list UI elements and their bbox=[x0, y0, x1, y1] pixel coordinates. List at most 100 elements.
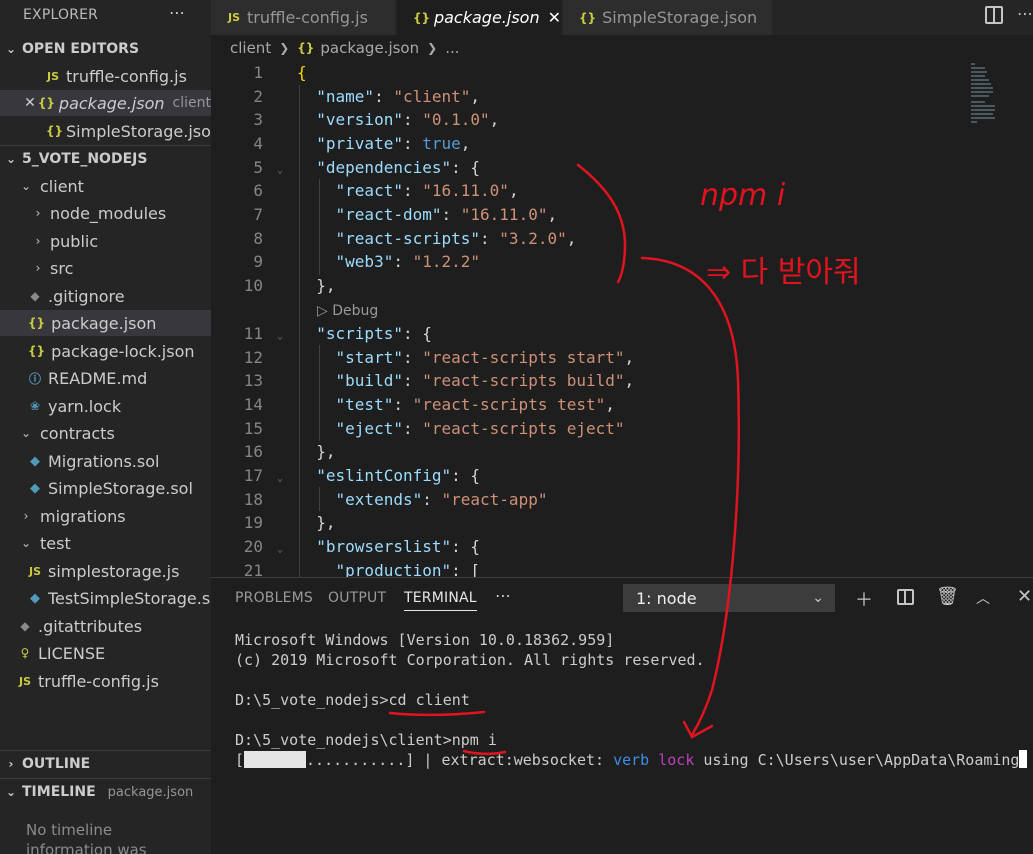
line-number: 17 bbox=[243, 466, 263, 485]
fold-chevron-icon[interactable]: ⌄ bbox=[277, 544, 283, 555]
terminal-prompt: D:\5_vote_nodejs> bbox=[235, 691, 389, 709]
log-level: verb bbox=[613, 751, 650, 769]
tree-folder-public[interactable]: › public bbox=[0, 228, 211, 254]
split-editor-icon[interactable] bbox=[985, 6, 1003, 24]
line-number: 19 bbox=[243, 513, 263, 532]
chevron-down-icon: ⌄ bbox=[5, 42, 17, 56]
code-line: "start": "react-scripts start", bbox=[335, 348, 635, 367]
terminal-panel: PROBLEMS OUTPUT TERMINAL ⋯ 1: node ⌄ ＋ 🗑… bbox=[211, 577, 1033, 854]
git-file-icon: ◆ bbox=[20, 619, 30, 633]
tree-file-simplestorage-js[interactable]: JS simplestorage.js bbox=[0, 558, 211, 584]
tree-file-testsimplestorage-sol[interactable]: ◆ TestSimpleStorage.sol bbox=[0, 585, 211, 611]
tree-label: SimpleStorage.sol bbox=[48, 478, 193, 498]
line-number: 15 bbox=[243, 419, 263, 438]
breadcrumb-file[interactable]: package.json bbox=[320, 39, 419, 57]
terminal-select[interactable]: 1: node ⌄ bbox=[623, 584, 835, 612]
line-number: 20 bbox=[243, 537, 263, 556]
tree-label: README.md bbox=[48, 368, 148, 388]
code-line: "dependencies": { bbox=[316, 158, 481, 177]
trash-icon[interactable]: 🗑 bbox=[936, 586, 959, 607]
tree-label: package.json bbox=[51, 313, 157, 333]
tab-terminal[interactable]: TERMINAL bbox=[404, 590, 477, 611]
tree-file-package-json[interactable]: {} package.json bbox=[0, 310, 211, 336]
project-header[interactable]: ⌄ 5_VOTE_NODEJS bbox=[0, 147, 211, 171]
tree-file-license[interactable]: ♀ LICENSE bbox=[0, 640, 211, 666]
code-line: "browserslist": { bbox=[316, 537, 481, 556]
tree-folder-test[interactable]: ⌄ test bbox=[0, 530, 211, 556]
open-editor-item-truffle-config[interactable]: JS truffle-config.js bbox=[0, 63, 211, 89]
line-number: 10 bbox=[243, 276, 263, 295]
code-editor[interactable]: 1 2 3 4 5 6 7 8 9 10 11 12 13 14 15 16 1… bbox=[211, 61, 1033, 577]
code-line: "production": [ bbox=[335, 561, 481, 577]
terminal-line: (c) 2019 Microsoft Corporation. All righ… bbox=[235, 651, 705, 669]
tree-file-simplestorage-sol[interactable]: ◆ SimpleStorage.sol bbox=[0, 475, 211, 501]
line-number: 13 bbox=[243, 371, 263, 390]
editor-more-icon[interactable]: ⋯ bbox=[1017, 4, 1033, 23]
tree-file-gitignore[interactable]: ◆ .gitignore bbox=[0, 283, 211, 309]
tree-label: truffle-config.js bbox=[38, 671, 159, 691]
tree-label: node_modules bbox=[50, 203, 167, 223]
fold-chevron-icon[interactable]: ⌄ bbox=[277, 165, 283, 176]
tree-label: TestSimpleStorage.sol bbox=[48, 588, 211, 608]
line-number: 2 bbox=[253, 87, 263, 106]
tree-file-migrations-sol[interactable]: ◆ Migrations.sol bbox=[0, 448, 211, 474]
close-icon[interactable]: ✕ bbox=[22, 95, 38, 111]
tree-file-package-lock-json[interactable]: {} package-lock.json bbox=[0, 338, 211, 364]
chevron-right-icon: ❯ bbox=[279, 41, 290, 55]
chevron-right-icon: › bbox=[35, 206, 41, 220]
breadcrumb-folder[interactable]: client bbox=[230, 39, 271, 57]
tree-folder-node-modules[interactable]: › node_modules bbox=[0, 200, 211, 226]
split-terminal-icon[interactable] bbox=[897, 589, 914, 605]
tab-package-json[interactable]: {} package.json ✕ bbox=[397, 0, 562, 35]
code-line: "react-scripts": "3.2.0", bbox=[335, 229, 577, 248]
timeline-header[interactable]: ⌄ TIMELINE package.json bbox=[0, 780, 211, 804]
tree-label: Migrations.sol bbox=[48, 451, 160, 471]
breadcrumb-tail[interactable]: ... bbox=[445, 39, 459, 57]
tab-simplestorage-json[interactable]: {} SimpleStorage.json bbox=[563, 0, 773, 35]
chevron-down-icon: ⌄ bbox=[20, 536, 32, 550]
panel-more-icon[interactable]: ⋯ bbox=[495, 586, 511, 605]
line-number: 4 bbox=[253, 134, 263, 153]
open-editor-item-simplestorage-json[interactable]: {} SimpleStorage.jso... bbox=[0, 118, 211, 144]
tree-file-yarn-lock[interactable]: ❀ yarn.lock bbox=[0, 393, 211, 419]
close-icon[interactable]: ✕ bbox=[548, 8, 561, 27]
open-editor-item-package-json[interactable]: ✕ {} package.json client bbox=[0, 90, 211, 116]
code-line: "scripts": { bbox=[316, 324, 432, 343]
tree-folder-client[interactable]: ⌄ client bbox=[0, 173, 211, 199]
tree-folder-src[interactable]: › src bbox=[0, 255, 211, 281]
terminal-output[interactable]: Microsoft Windows [Version 10.0.18362.95… bbox=[235, 630, 1028, 770]
project-title: 5_VOTE_NODEJS bbox=[22, 151, 148, 167]
json-file-icon: {} bbox=[413, 10, 431, 25]
progress-bracket: [ bbox=[235, 751, 245, 769]
git-file-icon: ◆ bbox=[30, 289, 40, 303]
open-editor-label: truffle-config.js bbox=[66, 66, 187, 86]
tree-file-readme[interactable]: ⓘ README.md bbox=[0, 365, 211, 391]
tab-problems[interactable]: PROBLEMS bbox=[235, 590, 313, 606]
progress-text: ...........] | extract:websocket: bbox=[306, 751, 614, 769]
open-editors-header[interactable]: ⌄ OPEN EDITORS bbox=[0, 37, 211, 61]
tab-output[interactable]: OUTPUT bbox=[328, 590, 386, 606]
chevron-right-icon: › bbox=[35, 261, 41, 275]
tree-folder-contracts[interactable]: ⌄ contracts bbox=[0, 420, 211, 446]
json-file-icon: {} bbox=[28, 344, 46, 358]
minimap[interactable] bbox=[971, 63, 995, 125]
tree-label: LICENSE bbox=[38, 643, 106, 663]
fold-chevron-icon[interactable]: ⌄ bbox=[277, 473, 283, 484]
fold-chevron-icon[interactable]: ⌄ bbox=[277, 331, 283, 342]
code-line: "name": "client", bbox=[316, 87, 481, 106]
close-panel-icon[interactable]: ✕ bbox=[1017, 586, 1032, 607]
tree-label: test bbox=[40, 533, 71, 553]
outline-header[interactable]: › OUTLINE bbox=[0, 752, 211, 776]
tab-label: SimpleStorage.json bbox=[602, 8, 758, 27]
tree-file-gitattributes[interactable]: ◆ .gitattributes bbox=[0, 613, 211, 639]
line-number: 14 bbox=[243, 395, 263, 414]
tab-truffle-config[interactable]: JS truffle-config.js bbox=[211, 0, 396, 35]
line-number: 6 bbox=[253, 181, 263, 200]
chevron-up-icon[interactable]: ︿ bbox=[976, 588, 990, 608]
explorer-more-icon[interactable]: ⋯ bbox=[169, 3, 185, 22]
tree-file-truffle-config[interactable]: JS truffle-config.js bbox=[0, 668, 211, 694]
new-terminal-icon[interactable]: ＋ bbox=[855, 586, 873, 612]
debug-codelens[interactable]: ▷ Debug bbox=[317, 303, 378, 319]
tree-folder-migrations[interactable]: › migrations bbox=[0, 503, 211, 529]
tree-label: migrations bbox=[40, 506, 126, 526]
